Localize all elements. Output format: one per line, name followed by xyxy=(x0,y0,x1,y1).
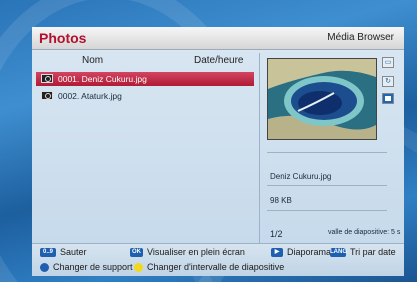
column-header-name: Nom xyxy=(82,55,104,66)
stop-icon[interactable] xyxy=(382,93,394,104)
change-interval-hint: Changer d'intervalle de diapositive xyxy=(134,262,284,272)
rotate-icon[interactable]: ↻ xyxy=(382,76,394,87)
slide-interval: valle de diapositive: 5 s xyxy=(328,229,401,236)
page-counter: 1/2 xyxy=(270,229,283,239)
lang-key-icon: LANG xyxy=(330,247,347,257)
blue-button-icon xyxy=(40,262,49,272)
slideshow-label: Diaporama xyxy=(287,247,332,257)
change-interval-label: Changer d'intervalle de diapositive xyxy=(147,262,285,272)
info-divider xyxy=(267,152,387,153)
footer-legend: 0..9 Sauter OK Visualiser en plein écran… xyxy=(32,243,404,276)
file-label: 0002. Ataturk.jpg xyxy=(58,91,122,101)
detail-file-size: 98 KB xyxy=(270,196,292,205)
camera-icon xyxy=(41,91,53,100)
file-label: 0001. Deniz Cukuru.jpg xyxy=(58,74,147,84)
yellow-button-icon xyxy=(134,262,143,272)
fullscreen-hint: OK Visualiser en plein écran xyxy=(130,247,245,257)
photo-preview xyxy=(267,58,377,140)
camera-icon xyxy=(41,74,53,83)
header-bar: Photos Média Browser xyxy=(32,27,404,50)
info-divider xyxy=(267,210,387,211)
number-keys-icon: 0..9 xyxy=(40,247,56,257)
slideshow-hint: ▶ Diaporama xyxy=(271,247,331,257)
sort-hint: LANG Tri par date xyxy=(330,247,396,257)
file-row-selected[interactable]: 0001. Deniz Cukuru.jpg xyxy=(36,72,254,86)
detail-file-name: Deniz Cukuru.jpg xyxy=(270,172,332,181)
column-header-date: Date/heure xyxy=(194,55,244,66)
media-browser-panel: Photos Média Browser Nom Date/heure 0001… xyxy=(32,27,404,276)
app-name: Média Browser xyxy=(327,32,394,43)
info-divider xyxy=(267,185,387,186)
jump-hint: 0..9 Sauter xyxy=(40,247,87,257)
image-icon[interactable]: ▭ xyxy=(382,57,394,68)
sort-label: Tri par date xyxy=(350,247,396,257)
file-row[interactable]: 0002. Ataturk.jpg xyxy=(36,89,254,103)
fullscreen-label: Visualiser en plein écran xyxy=(147,247,245,257)
jump-label: Sauter xyxy=(60,247,87,257)
play-icon: ▶ xyxy=(271,247,283,257)
change-support-hint: Changer de support xyxy=(40,262,133,272)
preview-image xyxy=(268,59,376,139)
change-support-label: Changer de support xyxy=(53,262,133,272)
column-divider xyxy=(259,53,260,243)
page-title: Photos xyxy=(39,30,87,46)
tv-screen: Photos Média Browser Nom Date/heure 0001… xyxy=(0,0,417,282)
ok-key-icon: OK xyxy=(130,247,143,257)
